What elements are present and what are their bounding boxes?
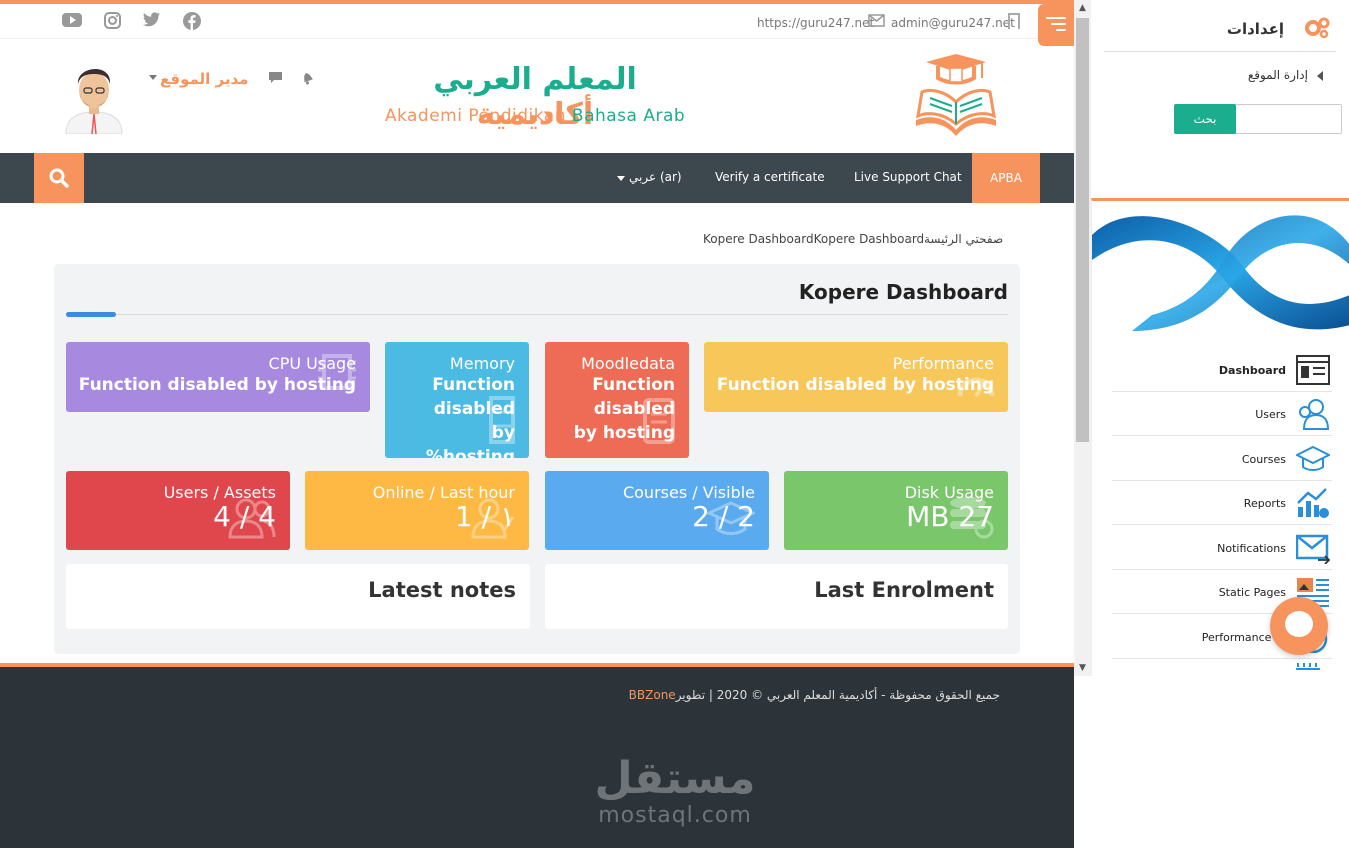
chevron-down-icon[interactable] bbox=[149, 75, 157, 81]
sidebar-search-input[interactable] bbox=[1234, 104, 1342, 134]
divider bbox=[1104, 51, 1336, 52]
user-name[interactable]: مدير الموقع bbox=[160, 70, 248, 88]
panel-title: Latest notes bbox=[368, 578, 516, 602]
main-navbar: عربي (ar) Verify a certificate Live Supp… bbox=[0, 153, 1074, 203]
avatar[interactable] bbox=[62, 58, 126, 134]
site-footer: BBZoneجميع الحقوق محفوظة - أكاديمية المع… bbox=[0, 667, 1074, 848]
search-button[interactable] bbox=[34, 153, 84, 203]
gears-icon bbox=[1305, 17, 1330, 39]
kopere-item-label: Dashboard bbox=[1218, 364, 1286, 377]
logo-english-text: Akademi Pendidikan Bahasa Arab bbox=[384, 106, 686, 126]
facebook-icon[interactable] bbox=[183, 12, 201, 30]
right-sidebar: إعدادات إدارة الموقع بحث Dashboard Users bbox=[1091, 0, 1349, 848]
last-enrolment-panel: Last Enrolment bbox=[545, 564, 1008, 629]
breadcrumb-home[interactable]: صفحتي الرئيسة bbox=[924, 232, 1003, 246]
sidebar-search-button[interactable]: بحث bbox=[1174, 104, 1236, 134]
message-icon[interactable] bbox=[268, 71, 283, 84]
tile-cpu-usage[interactable]: CPU Usage Function disabled by hosting bbox=[66, 342, 370, 412]
latest-notes-panel: Latest notes bbox=[66, 564, 530, 629]
divider bbox=[66, 314, 1008, 315]
scrollbar[interactable]: ▲ ▼ bbox=[1074, 0, 1091, 676]
kopere-item-label: Notifications bbox=[1217, 542, 1286, 555]
bookmark-icon[interactable] bbox=[1008, 13, 1020, 29]
kopere-logo-icon bbox=[1092, 215, 1349, 331]
nav-verify-certificate[interactable]: Verify a certificate bbox=[715, 170, 825, 184]
youtube-icon[interactable] bbox=[62, 12, 82, 28]
breadcrumb-separator-icon: ‹ bbox=[908, 232, 913, 246]
kopere-item-dashboard[interactable]: Dashboard bbox=[1112, 348, 1332, 392]
chevron-down-icon bbox=[617, 176, 625, 181]
tile-value: Function disabled by hosting bbox=[716, 375, 994, 395]
tile-courses-visible[interactable]: Courses / Visible 2 / 2 bbox=[545, 471, 769, 550]
tile-value: MB 27 bbox=[906, 500, 994, 533]
users-icon bbox=[1299, 399, 1330, 430]
dashboard-icon bbox=[1296, 355, 1330, 385]
site-administration-link[interactable]: إدارة الموقع bbox=[1248, 68, 1308, 82]
main-page: https://guru247.net admin@guru247.net مد… bbox=[0, 0, 1074, 848]
title-accent-bar bbox=[66, 312, 116, 317]
site-header: مدير الموقع المعلم العربي أكاديمية Akade… bbox=[0, 40, 1074, 153]
watermark-arabic: مستقل bbox=[594, 753, 756, 804]
twitter-icon[interactable] bbox=[143, 12, 161, 28]
tile-online-last-hour[interactable]: Online / Last hour 1 / ١ bbox=[305, 471, 529, 550]
kopere-item-label: Static Pages bbox=[1218, 586, 1286, 599]
tile-disk-usage[interactable]: Disk Usage MB 27 bbox=[784, 471, 1008, 550]
chart-icon bbox=[1297, 488, 1329, 518]
panel-title: Last Enrolment bbox=[814, 578, 994, 602]
tile-value: 2 / 2 bbox=[692, 500, 755, 533]
tile-label: CPU Usage bbox=[268, 354, 356, 373]
breadcrumb-current: Kopere DashboardKopere Dashboard bbox=[703, 232, 925, 246]
scroll-down-arrow-icon[interactable]: ▼ bbox=[1074, 660, 1091, 676]
kopere-item-users[interactable]: Users bbox=[1112, 392, 1332, 436]
envelope-icon bbox=[1296, 534, 1330, 564]
instagram-icon[interactable] bbox=[104, 12, 121, 29]
caret-left-icon[interactable] bbox=[1317, 71, 1323, 81]
kopere-item-reports[interactable]: Reports bbox=[1112, 481, 1332, 525]
sidebar-blank-area bbox=[1091, 676, 1349, 848]
site-url[interactable]: https://guru247.net bbox=[757, 16, 874, 30]
tile-value: Function disabled by hosting bbox=[573, 375, 675, 443]
kopere-item-label: Courses bbox=[1241, 453, 1286, 466]
graduation-cap-icon bbox=[1296, 445, 1330, 471]
top-bar: https://guru247.net admin@guru247.net bbox=[0, 4, 1074, 39]
tile-value: Function disabled by %hosting bbox=[425, 375, 515, 458]
settings-title: إعدادات bbox=[1226, 20, 1284, 38]
site-email[interactable]: admin@guru247.net bbox=[891, 16, 1015, 30]
kopere-item-label: Reports bbox=[1243, 497, 1286, 510]
tile-performance[interactable]: Performance Function disabled by hosting bbox=[704, 342, 1008, 412]
copyright-text: BBZoneجميع الحقوق محفوظة - أكاديمية المع… bbox=[628, 688, 1000, 702]
tile-label: Moodledata bbox=[581, 354, 675, 373]
tile-value: 4 / 4 bbox=[213, 500, 276, 533]
watermark: مستقل mostaql.com bbox=[590, 753, 760, 829]
kopere-item-label: Users bbox=[1255, 408, 1286, 421]
tile-value: 1 / ١ bbox=[454, 500, 515, 533]
search-icon bbox=[49, 168, 69, 188]
settings-block: إعدادات إدارة الموقع بحث bbox=[1104, 0, 1342, 190]
tile-label: Performance bbox=[892, 354, 994, 373]
dashboard-title: Kopere Dashboard bbox=[798, 280, 1008, 304]
chat-widget-button[interactable] bbox=[1270, 597, 1328, 655]
tile-users-assets[interactable]: Users / Assets 4 / 4 bbox=[66, 471, 290, 550]
nav-apba[interactable]: APBA bbox=[972, 153, 1040, 203]
envelope-icon bbox=[868, 14, 885, 27]
scroll-up-arrow-icon[interactable]: ▲ bbox=[1074, 0, 1091, 16]
kopere-item-courses[interactable]: Courses bbox=[1112, 437, 1332, 481]
kopere-item-notifications[interactable]: Notifications bbox=[1112, 526, 1332, 570]
academy-logo-icon[interactable] bbox=[912, 54, 1000, 138]
kopere-dashboard-card: Kopere Dashboard Performance Function di… bbox=[54, 264, 1020, 654]
nav-language-dropdown[interactable]: عربي (ar) bbox=[629, 170, 682, 184]
tile-label: Memory bbox=[449, 354, 515, 373]
chat-icon bbox=[1285, 611, 1313, 637]
tile-moodledata[interactable]: Moodledata Function disabled by hosting bbox=[545, 342, 689, 458]
tile-memory[interactable]: Memory Function disabled by %hosting bbox=[385, 342, 529, 458]
bell-icon[interactable] bbox=[300, 70, 315, 85]
more-items-icon bbox=[1296, 663, 1320, 670]
tile-value: Function disabled by hosting bbox=[78, 375, 356, 395]
nav-live-support-chat[interactable]: Live Support Chat bbox=[854, 170, 962, 184]
scrollbar-thumb[interactable] bbox=[1076, 18, 1089, 442]
watermark-english: mostaql.com bbox=[598, 803, 752, 828]
developer-link[interactable]: BBZone bbox=[629, 688, 676, 702]
